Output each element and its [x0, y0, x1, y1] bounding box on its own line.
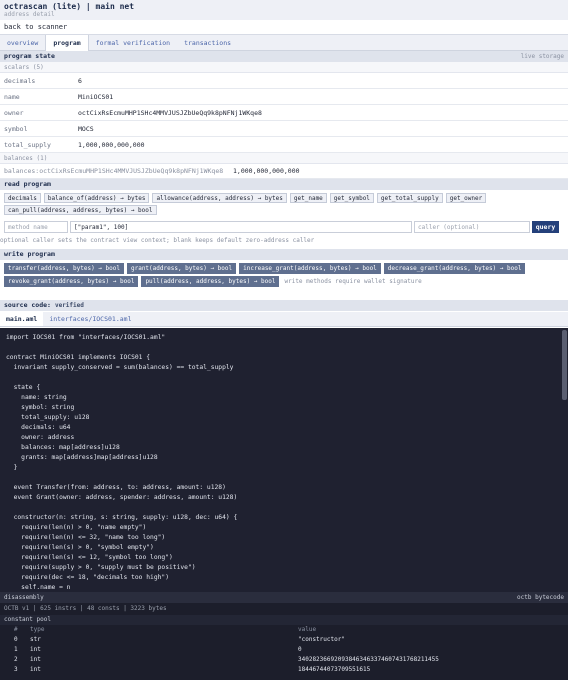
- scalar-value: MiniOCS01: [78, 93, 114, 101]
- constant-pool-table: # type value 0 str "constructor" 1 int 0…: [0, 625, 568, 675]
- file-tab-main[interactable]: main.aml: [0, 312, 44, 326]
- read-method-button[interactable]: can_pull(address, address, bytes) → bool: [4, 205, 157, 215]
- const-index: 3: [14, 666, 18, 673]
- read-method-button[interactable]: get_name: [289, 193, 327, 203]
- read-method-button[interactable]: decimals: [4, 193, 41, 203]
- scalar-key: total_supply: [4, 141, 51, 149]
- table-row: 1 int 0: [0, 645, 568, 655]
- const-value: 0: [298, 646, 302, 653]
- file-tab-interface[interactable]: interfaces/IOCS01.aml: [43, 312, 137, 326]
- app-title: octrascan (lite) | main net: [4, 2, 135, 11]
- disassembly-title: disassembly: [4, 594, 44, 601]
- write-program-title: write program: [4, 250, 55, 258]
- write-program-header: write program: [0, 249, 568, 260]
- tab-overview[interactable]: overview: [0, 35, 45, 50]
- table-row: 3 int 18446744073709551615: [0, 665, 568, 675]
- read-method-button[interactable]: balance_of(address) → bytes: [43, 193, 150, 203]
- write-method-button[interactable]: transfer(address, bytes) → bool: [4, 263, 124, 274]
- balances-label: balances (1): [0, 153, 568, 164]
- tab-formal-verification[interactable]: formal verification: [89, 35, 177, 50]
- code-scrollbar[interactable]: [562, 330, 567, 400]
- tab-transactions[interactable]: transactions: [177, 35, 238, 50]
- disassembly-panel: disassembly octb bytecode OCTB v1 | 625 …: [0, 592, 568, 680]
- write-method-button[interactable]: revoke_grant(address, bytes) → bool: [4, 276, 139, 287]
- query-hint: optional caller sets the contract view c…: [0, 237, 315, 244]
- read-method-button[interactable]: get_owner: [445, 193, 487, 203]
- scalar-row: decimals 6: [0, 73, 568, 89]
- balance-row: balances:octCixRsEcmuMHP1SHc4MMVJUSJZbUe…: [0, 164, 568, 179]
- source-code-text: import IOCS01 from "interfaces/IOCS01.am…: [6, 334, 238, 591]
- disassembly-header: disassembly octb bytecode: [0, 592, 568, 603]
- read-method-button[interactable]: get_symbol: [329, 193, 374, 203]
- scalar-row: name MiniOCS01: [0, 89, 568, 105]
- const-type: int: [30, 666, 41, 673]
- back-to-scanner-link[interactable]: back to scanner: [0, 20, 568, 35]
- const-value: 18446744073709551615: [298, 666, 371, 673]
- scalar-row: owner octCixRsEcmuMHP1SHc4MMVJUSJZbUeQq9…: [0, 105, 568, 121]
- const-index: 1: [14, 646, 18, 653]
- const-type: int: [30, 646, 41, 653]
- const-type: str: [30, 636, 41, 643]
- balance-value: 1,000,000,000,000: [233, 167, 300, 175]
- page-subtitle: address detail: [4, 11, 55, 18]
- write-note: write methods require wallet signature: [284, 278, 422, 285]
- const-index: 2: [14, 656, 18, 663]
- scalar-value: 1,000,000,000,000: [78, 141, 145, 149]
- scalar-value: 6: [78, 77, 82, 85]
- bytecode-meta: OCTB v1 | 625 instrs | 48 consts | 3223 …: [4, 605, 167, 612]
- write-method-button[interactable]: grant(address, bytes) → bool: [126, 263, 237, 274]
- write-method-button[interactable]: pull(address, address, bytes) → bool: [141, 276, 280, 287]
- live-storage-label: live storage: [520, 53, 564, 60]
- method-name-input[interactable]: method name: [4, 220, 68, 233]
- scalar-value: octCixRsEcmuMHP1SHc4MMVJUSJZbUeQq9k8pNFN…: [78, 109, 262, 117]
- scalar-key: owner: [4, 109, 24, 117]
- const-value: "constructor": [298, 636, 345, 643]
- code-viewer[interactable]: import IOCS01 from "interfaces/IOCS01.am…: [0, 328, 568, 592]
- tab-program[interactable]: program: [45, 35, 89, 51]
- constant-pool-title: constant pool: [0, 615, 568, 625]
- bytecode-label: octb bytecode: [517, 594, 564, 601]
- query-button[interactable]: query: [532, 220, 559, 233]
- query-row: method name ["param1", 100] caller (opti…: [0, 217, 568, 236]
- source-code-header: source code: verified: [0, 300, 568, 311]
- tab-bar: overview program formal verification tra…: [0, 35, 568, 51]
- caller-input[interactable]: caller (optional): [414, 220, 530, 233]
- const-value: 340282366920938463463374607431768211455: [298, 656, 439, 663]
- scalar-row: total_supply 1,000,000,000,000: [0, 137, 568, 153]
- write-methods: transfer(address, bytes) → bool grant(ad…: [0, 260, 568, 289]
- scalar-row: symbol MOCS: [0, 121, 568, 137]
- read-program-title: read program: [4, 180, 51, 188]
- read-method-button[interactable]: allowance(address, address) → bytes: [152, 193, 287, 203]
- read-methods: decimals balance_of(address) → bytes all…: [0, 190, 568, 217]
- table-row: 0 str "constructor": [0, 635, 568, 645]
- write-method-button[interactable]: decrease_grant(address, bytes) → bool: [383, 263, 526, 274]
- scalar-value: MOCS: [78, 125, 94, 133]
- const-type: int: [30, 656, 41, 663]
- scalars-label: scalars (5): [0, 62, 568, 73]
- read-program-header: read program: [0, 179, 568, 190]
- program-state-header: program state live storage: [0, 51, 568, 62]
- verified-badge: verified: [54, 302, 84, 309]
- app-header: octrascan (lite) | main net address deta…: [0, 0, 568, 20]
- read-method-button[interactable]: get_total_supply: [376, 193, 443, 203]
- scalar-key: decimals: [4, 77, 36, 85]
- file-tabs: main.aml interfaces/IOCS01.aml: [0, 312, 568, 327]
- params-input[interactable]: ["param1", 100]: [70, 220, 412, 233]
- table-row: 2 int 3402823669209384634633746074317682…: [0, 655, 568, 665]
- scalar-key: name: [4, 93, 20, 101]
- column-header: #: [14, 626, 18, 633]
- source-code-title: source code:: [4, 301, 51, 309]
- write-method-button[interactable]: increase_grant(address, bytes) → bool: [239, 263, 381, 274]
- const-index: 0: [14, 636, 18, 643]
- column-header: type: [30, 626, 45, 633]
- table-header-row: # type value: [0, 625, 568, 635]
- balance-key: balances:octCixRsEcmuMHP1SHc4MMVJUSJZbUe…: [4, 167, 224, 175]
- program-state-title: program state: [4, 52, 55, 60]
- scalar-key: symbol: [4, 125, 28, 133]
- column-header: value: [298, 626, 317, 633]
